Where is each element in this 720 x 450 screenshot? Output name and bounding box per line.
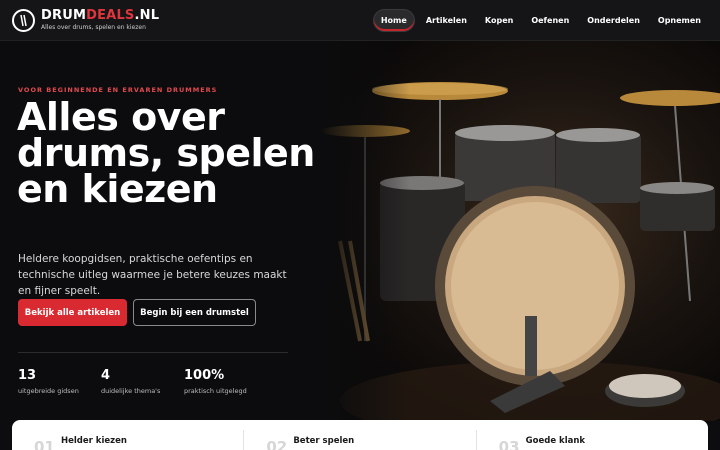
card-title: Helder kiezen — [61, 436, 127, 446]
card-title: Beter spelen — [293, 436, 355, 446]
hero-title: Alles over drums, spelen en kiezen — [17, 95, 315, 211]
divider — [18, 352, 288, 353]
card-number: 02 — [266, 438, 288, 450]
stat-guides: 13 uitgebreide gidsen — [18, 368, 79, 395]
nav-item-kopen[interactable]: Kopen — [478, 10, 520, 31]
stat-value: 13 — [18, 368, 37, 383]
nav-item-onderdelen[interactable]: Onderdelen — [580, 10, 647, 31]
hero-image-fade — [320, 41, 410, 421]
stat-label: praktisch uitgelegd — [184, 387, 247, 395]
card-number: 01 — [34, 438, 55, 450]
card-title: Goede klank — [525, 436, 586, 446]
brand-name: DRUMDEALS.NL — [41, 8, 160, 23]
card-number: 03 — [498, 438, 520, 450]
nav-item-opnemen[interactable]: Opnemen — [651, 10, 708, 31]
nav-item-home[interactable]: Home — [372, 8, 415, 32]
feature-cards: 01 Helder kiezen 02 Beter spelen 03 Goed… — [12, 420, 708, 450]
stat-value: 4 — [101, 368, 111, 383]
stat-value: 100% — [184, 368, 225, 383]
feature-card[interactable]: 01 Helder kiezen — [12, 430, 245, 450]
hero-lead: Heldere koopgidsen, praktische oefentips… — [18, 253, 287, 297]
site-header: DRUMDEALS.NL Alles over drums, spelen en… — [0, 0, 720, 41]
main-nav: Home Artikelen Kopen Oefenen Onderdelen … — [372, 8, 708, 32]
view-articles-button[interactable]: Bekijk alle artikelen — [18, 299, 127, 326]
start-drumkit-button[interactable]: Begin bij een drumstel — [133, 299, 256, 326]
feature-card[interactable]: 02 Beter spelen — [244, 430, 477, 450]
stat-themes: 4 duidelijke thema's — [101, 368, 160, 395]
nav-item-artikelen[interactable]: Artikelen — [419, 10, 474, 31]
hero-section: VOOR BEGINNENDE EN ERVAREN DRUMMERS Alle… — [0, 41, 720, 421]
stat-label: duidelijke thema's — [101, 387, 161, 395]
feature-card[interactable]: 03 Goede klank — [477, 430, 708, 450]
stat-label: uitgebreide gidsen — [18, 387, 79, 395]
drumsticks-logo-icon — [12, 8, 35, 32]
stat-practical: 100% praktisch uitgelegd — [184, 368, 247, 395]
brand-tagline: Alles over drums, spelen en kiezen — [41, 24, 146, 31]
hero-eyebrow: VOOR BEGINNENDE EN ERVAREN DRUMMERS — [18, 86, 218, 94]
logo[interactable]: DRUMDEALS.NL Alles over drums, spelen en… — [12, 8, 160, 32]
nav-item-oefenen[interactable]: Oefenen — [524, 10, 576, 31]
